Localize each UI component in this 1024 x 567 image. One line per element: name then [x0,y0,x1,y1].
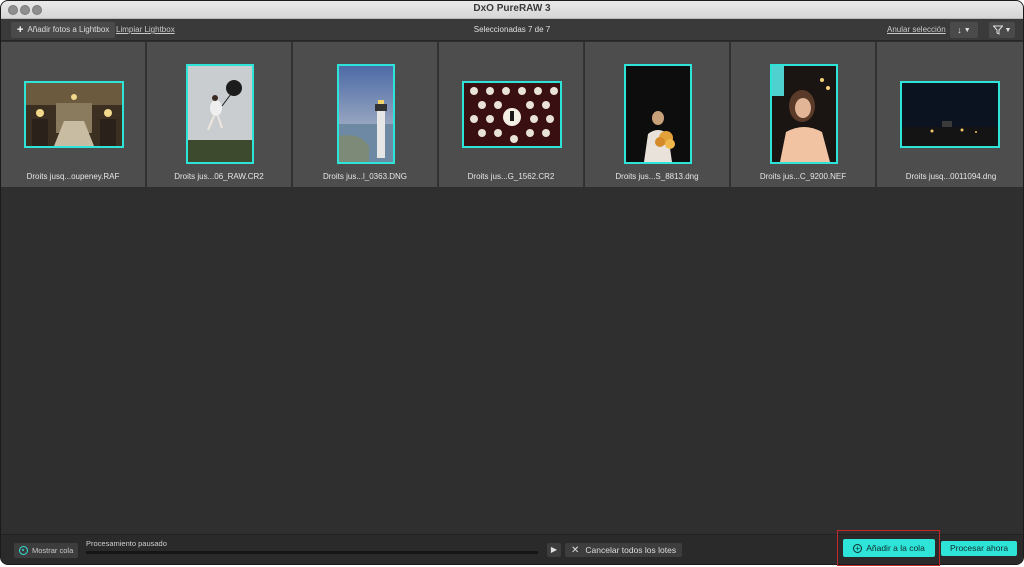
close-icon: ✕ [571,544,580,556]
processing-status: Procesamiento pausado [86,539,167,548]
photo-thumbnail[interactable] [186,64,254,164]
play-icon: ▶ [550,545,558,554]
photo-caption: Droits jus...S_8813.dng [615,172,699,181]
selection-status: Seleccionadas 7 de 7 [473,25,551,34]
photo-image [464,83,560,146]
sort-icon: ↓ [957,25,962,35]
title-bar: DxO PureRAW 3 [1,1,1023,19]
photo-caption: Droits jus...G_1562.CR2 [467,172,555,181]
photo-image [902,83,998,146]
photo-image [772,66,836,162]
photo-image [626,66,690,162]
photo-cell[interactable]: Droits jus...l_0363.DNG [293,42,438,187]
sort-button[interactable]: ↓ ▼ [950,22,978,38]
cancel-all-batches-button[interactable]: ✕ Cancelar todos los lotes [565,543,683,557]
show-queue-button[interactable]: Mostrar cola [14,543,79,558]
filter-button[interactable]: ▼ [989,22,1015,38]
processing-progress-bar [86,551,538,554]
cancel-all-label: Cancelar todos los lotes [585,545,677,555]
photo-cell[interactable]: Droits jus...G_1562.CR2 [439,42,584,187]
photo-image [339,66,393,162]
photo-caption: Droits jus...06_RAW.CR2 [174,172,264,181]
app-window: DxO PureRAW 3 + Añadir fotos a Lightbox … [0,0,1024,565]
chevron-down-icon: ▼ [963,26,971,34]
toolbar: + Añadir fotos a Lightbox Limpiar Lightb… [1,19,1023,41]
photo-thumbnail[interactable] [900,81,1000,148]
cancel-selection-link[interactable]: Anular selección [887,25,946,34]
plus-circle-icon: + [853,543,863,553]
photo-cell[interactable]: Droits jusq...0011094.dng [877,42,1023,187]
photo-cell[interactable]: Droits jus...S_8813.dng [585,42,730,187]
photo-cell[interactable]: Droits jusq...oupeney.RAF [1,42,146,187]
process-now-button[interactable]: Procesar ahora [941,541,1017,556]
filter-icon [992,25,1003,35]
photo-image [188,66,252,162]
photo-thumbnail[interactable] [337,64,395,164]
show-queue-label: Mostrar cola [32,546,74,555]
lightbox-strip: Droits jusq...oupeney.RAF Droits jus...0… [1,42,1023,187]
photo-thumbnail[interactable] [624,64,692,164]
photo-caption: Droits jusq...0011094.dng [905,172,997,181]
photo-thumbnail[interactable] [770,64,838,164]
photo-thumbnail[interactable] [462,81,562,148]
window-title: DxO PureRAW 3 [473,3,551,14]
photo-thumbnail[interactable] [24,81,124,148]
photo-caption: Droits jus...l_0363.DNG [322,172,408,181]
photo-cell[interactable]: Droits jus...06_RAW.CR2 [147,42,292,187]
add-to-queue-button[interactable]: + Añadir a la cola [843,539,935,557]
queue-icon [19,546,28,555]
chevron-down-icon: ▼ [1004,26,1012,34]
resume-processing-button[interactable]: ▶ [547,543,561,557]
photo-image [26,83,122,146]
add-to-queue-label: Añadir a la cola [866,543,925,553]
photo-caption: Droits jus...C_9200.NEF [759,172,847,181]
photo-caption: Droits jusq...oupeney.RAF [26,172,120,181]
photo-cell[interactable]: Droits jus...C_9200.NEF [731,42,876,187]
